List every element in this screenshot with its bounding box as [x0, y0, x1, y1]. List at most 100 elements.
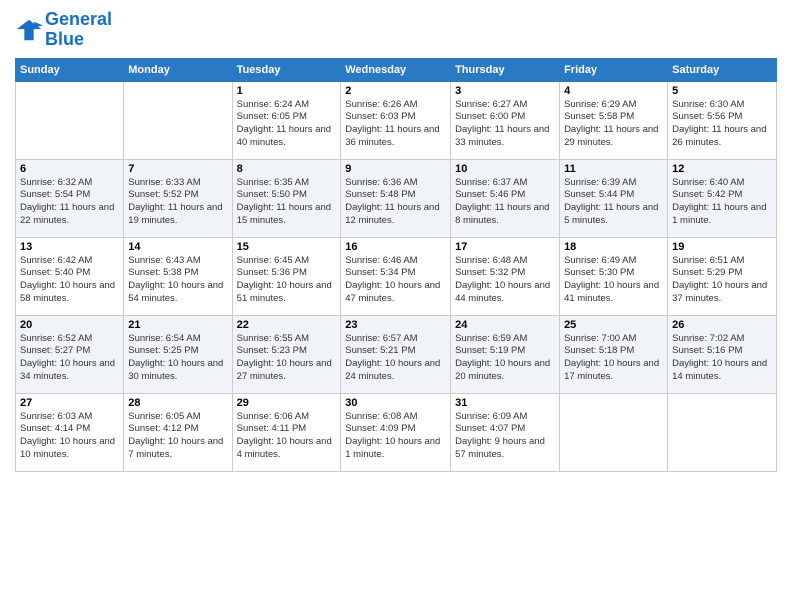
calendar-cell: 15Sunrise: 6:45 AM Sunset: 5:36 PM Dayli… [232, 237, 341, 315]
day-number: 8 [237, 163, 337, 175]
day-info: Sunrise: 6:43 AM Sunset: 5:38 PM Dayligh… [128, 255, 227, 306]
day-info: Sunrise: 6:09 AM Sunset: 4:07 PM Dayligh… [455, 411, 555, 462]
calendar-cell: 25 Sunrise: 7:00 AM Sunset: 5:18 PM Dayli… [560, 315, 668, 393]
day-info: Sunrise: 6:05 AM Sunset: 4:12 PM Dayligh… [128, 411, 227, 462]
day-info: Sunrise: 6:40 AM Sunset: 5:42 PM Dayligh… [672, 177, 772, 228]
calendar-cell [16, 81, 124, 159]
calendar-cell: 16 Sunrise: 6:46 AM Sunset: 5:34 PM Dayli… [341, 237, 451, 315]
day-number: 27 [20, 397, 119, 409]
day-info: Sunrise: 6:39 AM Sunset: 5:44 PM Dayligh… [564, 177, 663, 228]
calendar-cell: 5 Sunrise: 6:30 AM Sunset: 5:56 PM Daylig… [668, 81, 777, 159]
calendar-cell: 10Sunrise: 6:37 AM Sunset: 5:46 PM Dayli… [451, 159, 560, 237]
calendar-cell: 4 Sunrise: 6:29 AM Sunset: 5:58 PM Daylig… [560, 81, 668, 159]
calendar-cell: 31 Sunrise: 6:09 AM Sunset: 4:07 PM Dayli… [451, 393, 560, 471]
day-info: Sunrise: 6:42 AM Sunset: 5:40 PM Dayligh… [20, 255, 119, 306]
day-number: 17 [455, 241, 555, 253]
calendar-week-row: 20Sunrise: 6:52 AM Sunset: 5:27 PM Dayli… [16, 315, 777, 393]
day-number: 22 [237, 319, 337, 331]
day-info: Sunrise: 7:02 AM Sunset: 5:16 PM Dayligh… [672, 333, 772, 384]
day-number: 15 [237, 241, 337, 253]
day-number: 6 [20, 163, 119, 175]
col-header-wednesday: Wednesday [341, 58, 451, 81]
day-number: 5 [672, 85, 772, 97]
day-number: 13 [20, 241, 119, 253]
col-header-monday: Monday [124, 58, 232, 81]
page: General Blue SundayMondayTuesdayWednesda… [0, 0, 792, 612]
day-info: Sunrise: 6:24 AM Sunset: 6:05 PM Dayligh… [237, 99, 337, 150]
col-header-saturday: Saturday [668, 58, 777, 81]
calendar-cell: 20Sunrise: 6:52 AM Sunset: 5:27 PM Dayli… [16, 315, 124, 393]
day-number: 24 [455, 319, 555, 331]
day-number: 4 [564, 85, 663, 97]
calendar-cell: 17Sunrise: 6:48 AM Sunset: 5:32 PM Dayli… [451, 237, 560, 315]
calendar-cell: 22Sunrise: 6:55 AM Sunset: 5:23 PM Dayli… [232, 315, 341, 393]
header: General Blue [15, 10, 777, 50]
day-number: 2 [345, 85, 446, 97]
calendar-cell: 1 Sunrise: 6:24 AM Sunset: 6:05 PM Daylig… [232, 81, 341, 159]
day-info: Sunrise: 6:46 AM Sunset: 5:34 PM Dayligh… [345, 255, 446, 306]
logo: General Blue [15, 10, 112, 50]
day-info: Sunrise: 7:00 AM Sunset: 5:18 PM Dayligh… [564, 333, 663, 384]
calendar-cell: 24 Sunrise: 6:59 AM Sunset: 5:19 PM Dayli… [451, 315, 560, 393]
logo-text: General Blue [45, 10, 112, 50]
day-number: 18 [564, 241, 663, 253]
day-number: 7 [128, 163, 227, 175]
calendar-cell: 27Sunrise: 6:03 AM Sunset: 4:14 PM Dayli… [16, 393, 124, 471]
day-info: Sunrise: 6:29 AM Sunset: 5:58 PM Dayligh… [564, 99, 663, 150]
day-number: 16 [345, 241, 446, 253]
calendar-cell: 21 Sunrise: 6:54 AM Sunset: 5:25 PM Dayli… [124, 315, 232, 393]
col-header-friday: Friday [560, 58, 668, 81]
calendar-cell: 29 Sunrise: 6:06 AM Sunset: 4:11 PM Dayli… [232, 393, 341, 471]
calendar-cell: 3 Sunrise: 6:27 AM Sunset: 6:00 PM Daylig… [451, 81, 560, 159]
calendar-table: SundayMondayTuesdayWednesdayThursdayFrid… [15, 58, 777, 472]
col-header-thursday: Thursday [451, 58, 560, 81]
day-number: 28 [128, 397, 227, 409]
logo-icon [15, 16, 43, 44]
day-number: 26 [672, 319, 772, 331]
day-info: Sunrise: 6:35 AM Sunset: 5:50 PM Dayligh… [237, 177, 337, 228]
day-info: Sunrise: 6:08 AM Sunset: 4:09 PM Dayligh… [345, 411, 446, 462]
day-info: Sunrise: 6:52 AM Sunset: 5:27 PM Dayligh… [20, 333, 119, 384]
day-number: 21 [128, 319, 227, 331]
calendar-cell: 19Sunrise: 6:51 AM Sunset: 5:29 PM Dayli… [668, 237, 777, 315]
day-number: 1 [237, 85, 337, 97]
day-info: Sunrise: 6:30 AM Sunset: 5:56 PM Dayligh… [672, 99, 772, 150]
calendar-cell: 7 Sunrise: 6:33 AM Sunset: 5:52 PM Daylig… [124, 159, 232, 237]
calendar-week-row: 13 Sunrise: 6:42 AM Sunset: 5:40 PM Dayli… [16, 237, 777, 315]
calendar-cell: 18Sunrise: 6:49 AM Sunset: 5:30 PM Dayli… [560, 237, 668, 315]
calendar-cell: 8 Sunrise: 6:35 AM Sunset: 5:50 PM Daylig… [232, 159, 341, 237]
calendar-cell [124, 81, 232, 159]
col-header-tuesday: Tuesday [232, 58, 341, 81]
day-number: 29 [237, 397, 337, 409]
calendar-cell: 11 Sunrise: 6:39 AM Sunset: 5:44 PM Dayli… [560, 159, 668, 237]
day-number: 31 [455, 397, 555, 409]
calendar-cell: 12 Sunrise: 6:40 AM Sunset: 5:42 PM Dayli… [668, 159, 777, 237]
calendar-cell: 14 Sunrise: 6:43 AM Sunset: 5:38 PM Dayli… [124, 237, 232, 315]
day-info: Sunrise: 6:54 AM Sunset: 5:25 PM Dayligh… [128, 333, 227, 384]
calendar-cell [668, 393, 777, 471]
day-number: 3 [455, 85, 555, 97]
calendar-week-row: 27Sunrise: 6:03 AM Sunset: 4:14 PM Dayli… [16, 393, 777, 471]
day-number: 23 [345, 319, 446, 331]
day-info: Sunrise: 6:32 AM Sunset: 5:54 PM Dayligh… [20, 177, 119, 228]
calendar-cell: 9 Sunrise: 6:36 AM Sunset: 5:48 PM Daylig… [341, 159, 451, 237]
col-header-sunday: Sunday [16, 58, 124, 81]
day-info: Sunrise: 6:33 AM Sunset: 5:52 PM Dayligh… [128, 177, 227, 228]
day-number: 12 [672, 163, 772, 175]
calendar-cell: 28 Sunrise: 6:05 AM Sunset: 4:12 PM Dayli… [124, 393, 232, 471]
calendar-cell [560, 393, 668, 471]
day-info: Sunrise: 6:59 AM Sunset: 5:19 PM Dayligh… [455, 333, 555, 384]
calendar-cell: 6 Sunrise: 6:32 AM Sunset: 5:54 PM Daylig… [16, 159, 124, 237]
day-info: Sunrise: 6:06 AM Sunset: 4:11 PM Dayligh… [237, 411, 337, 462]
day-info: Sunrise: 6:57 AM Sunset: 5:21 PM Dayligh… [345, 333, 446, 384]
day-number: 9 [345, 163, 446, 175]
day-info: Sunrise: 6:27 AM Sunset: 6:00 PM Dayligh… [455, 99, 555, 150]
day-info: Sunrise: 6:36 AM Sunset: 5:48 PM Dayligh… [345, 177, 446, 228]
calendar-cell: 26 Sunrise: 7:02 AM Sunset: 5:16 PM Dayli… [668, 315, 777, 393]
calendar-week-row: 1 Sunrise: 6:24 AM Sunset: 6:05 PM Daylig… [16, 81, 777, 159]
day-number: 25 [564, 319, 663, 331]
calendar-cell: 13 Sunrise: 6:42 AM Sunset: 5:40 PM Dayli… [16, 237, 124, 315]
day-number: 14 [128, 241, 227, 253]
day-info: Sunrise: 6:26 AM Sunset: 6:03 PM Dayligh… [345, 99, 446, 150]
day-number: 11 [564, 163, 663, 175]
